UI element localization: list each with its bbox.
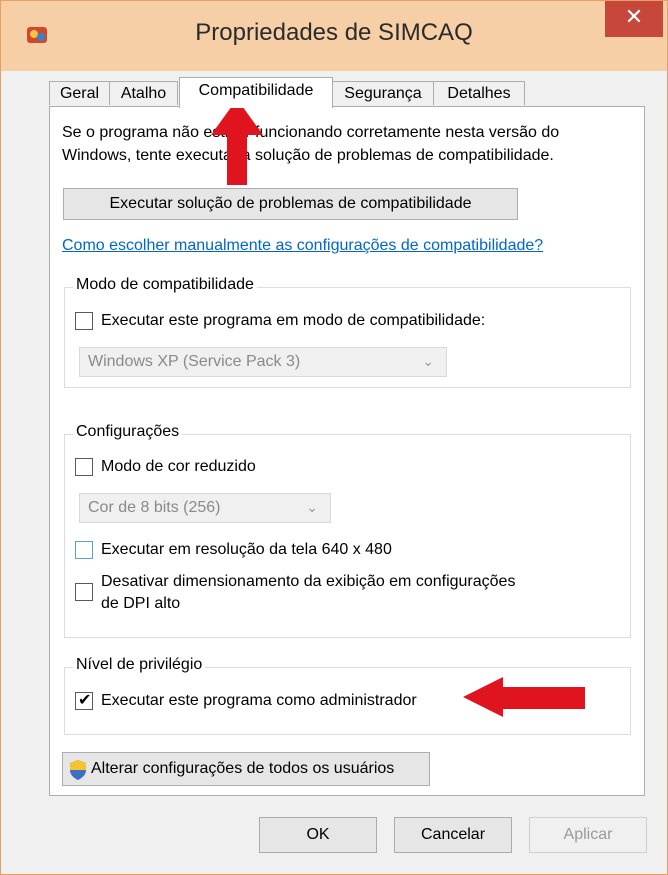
intro-line-1: Se o programa não estiver funcionando co… bbox=[62, 124, 560, 141]
troubleshoot-button[interactable]: Executar solução de problemas de compati… bbox=[63, 188, 518, 220]
uac-shield-icon bbox=[70, 760, 86, 780]
tab-detalhes[interactable]: Detalhes bbox=[433, 81, 525, 105]
properties-dialog: Propriedades de SIMCAQ ✕ Geral Atalho Co… bbox=[0, 0, 668, 875]
intro-line-2: Windows, tente executar a solução de pro… bbox=[62, 147, 554, 164]
close-button[interactable]: ✕ bbox=[605, 1, 663, 37]
compat-os-value: Windows XP (Service Pack 3) bbox=[88, 353, 301, 370]
run-as-admin-label: Executar este programa como administrado… bbox=[101, 692, 417, 709]
dpi-scaling-checkbox[interactable] bbox=[75, 583, 93, 601]
all-users-label: Alterar configurações de todos os usuári… bbox=[91, 760, 395, 777]
settings-group: Configurações Modo de cor reduzido Cor d… bbox=[64, 423, 631, 638]
chevron-down-icon: ⌄ bbox=[306, 500, 318, 516]
compat-mode-checkbox[interactable] bbox=[75, 312, 93, 330]
dpi-scaling-label-1: Desativar dimensionamento da exibição em… bbox=[101, 573, 516, 590]
tab-atalho[interactable]: Atalho bbox=[109, 81, 178, 105]
resolution-label: Executar em resolução da tela 640 x 480 bbox=[101, 541, 392, 558]
tab-geral[interactable]: Geral bbox=[49, 81, 110, 105]
annotation-arrow-left-icon bbox=[463, 677, 585, 717]
compat-mode-label: Executar este programa em modo de compat… bbox=[101, 312, 486, 329]
reduced-color-checkbox[interactable] bbox=[75, 458, 93, 476]
window-title: Propriedades de SIMCAQ bbox=[195, 19, 473, 46]
all-users-settings-button[interactable]: Alterar configurações de todos os usuári… bbox=[62, 752, 430, 786]
compat-os-select[interactable]: Windows XP (Service Pack 3) ⌄ bbox=[79, 347, 447, 377]
chevron-down-icon: ⌄ bbox=[422, 354, 434, 370]
manual-settings-link[interactable]: Como escolher manualmente as configuraçõ… bbox=[62, 237, 543, 255]
reduced-color-label: Modo de cor reduzido bbox=[101, 458, 256, 475]
apply-button[interactable]: Aplicar bbox=[529, 817, 647, 853]
dpi-scaling-label-2: de DPI alto bbox=[101, 595, 181, 612]
tab-seguranca[interactable]: Segurança bbox=[332, 81, 434, 105]
privilege-legend: Nível de privilégio bbox=[73, 656, 206, 674]
checkmark-icon: ✔ bbox=[78, 690, 92, 709]
color-depth-select[interactable]: Cor de 8 bits (256) ⌄ bbox=[79, 493, 331, 523]
ok-button[interactable]: OK bbox=[259, 817, 377, 853]
settings-legend: Configurações bbox=[73, 423, 183, 441]
cancel-button[interactable]: Cancelar bbox=[394, 817, 512, 853]
compat-mode-legend: Modo de compatibilidade bbox=[73, 276, 257, 294]
color-depth-value: Cor de 8 bits (256) bbox=[88, 499, 221, 516]
run-as-admin-checkbox[interactable]: ✔ bbox=[75, 690, 93, 710]
annotation-arrow-up-icon bbox=[211, 99, 263, 185]
resolution-checkbox[interactable] bbox=[75, 541, 93, 559]
title-bar: Propriedades de SIMCAQ ✕ bbox=[1, 1, 667, 71]
compat-mode-group: Modo de compatibilidade Executar este pr… bbox=[64, 276, 631, 388]
tab-compatibilidade[interactable]: Compatibilidade bbox=[179, 77, 333, 108]
